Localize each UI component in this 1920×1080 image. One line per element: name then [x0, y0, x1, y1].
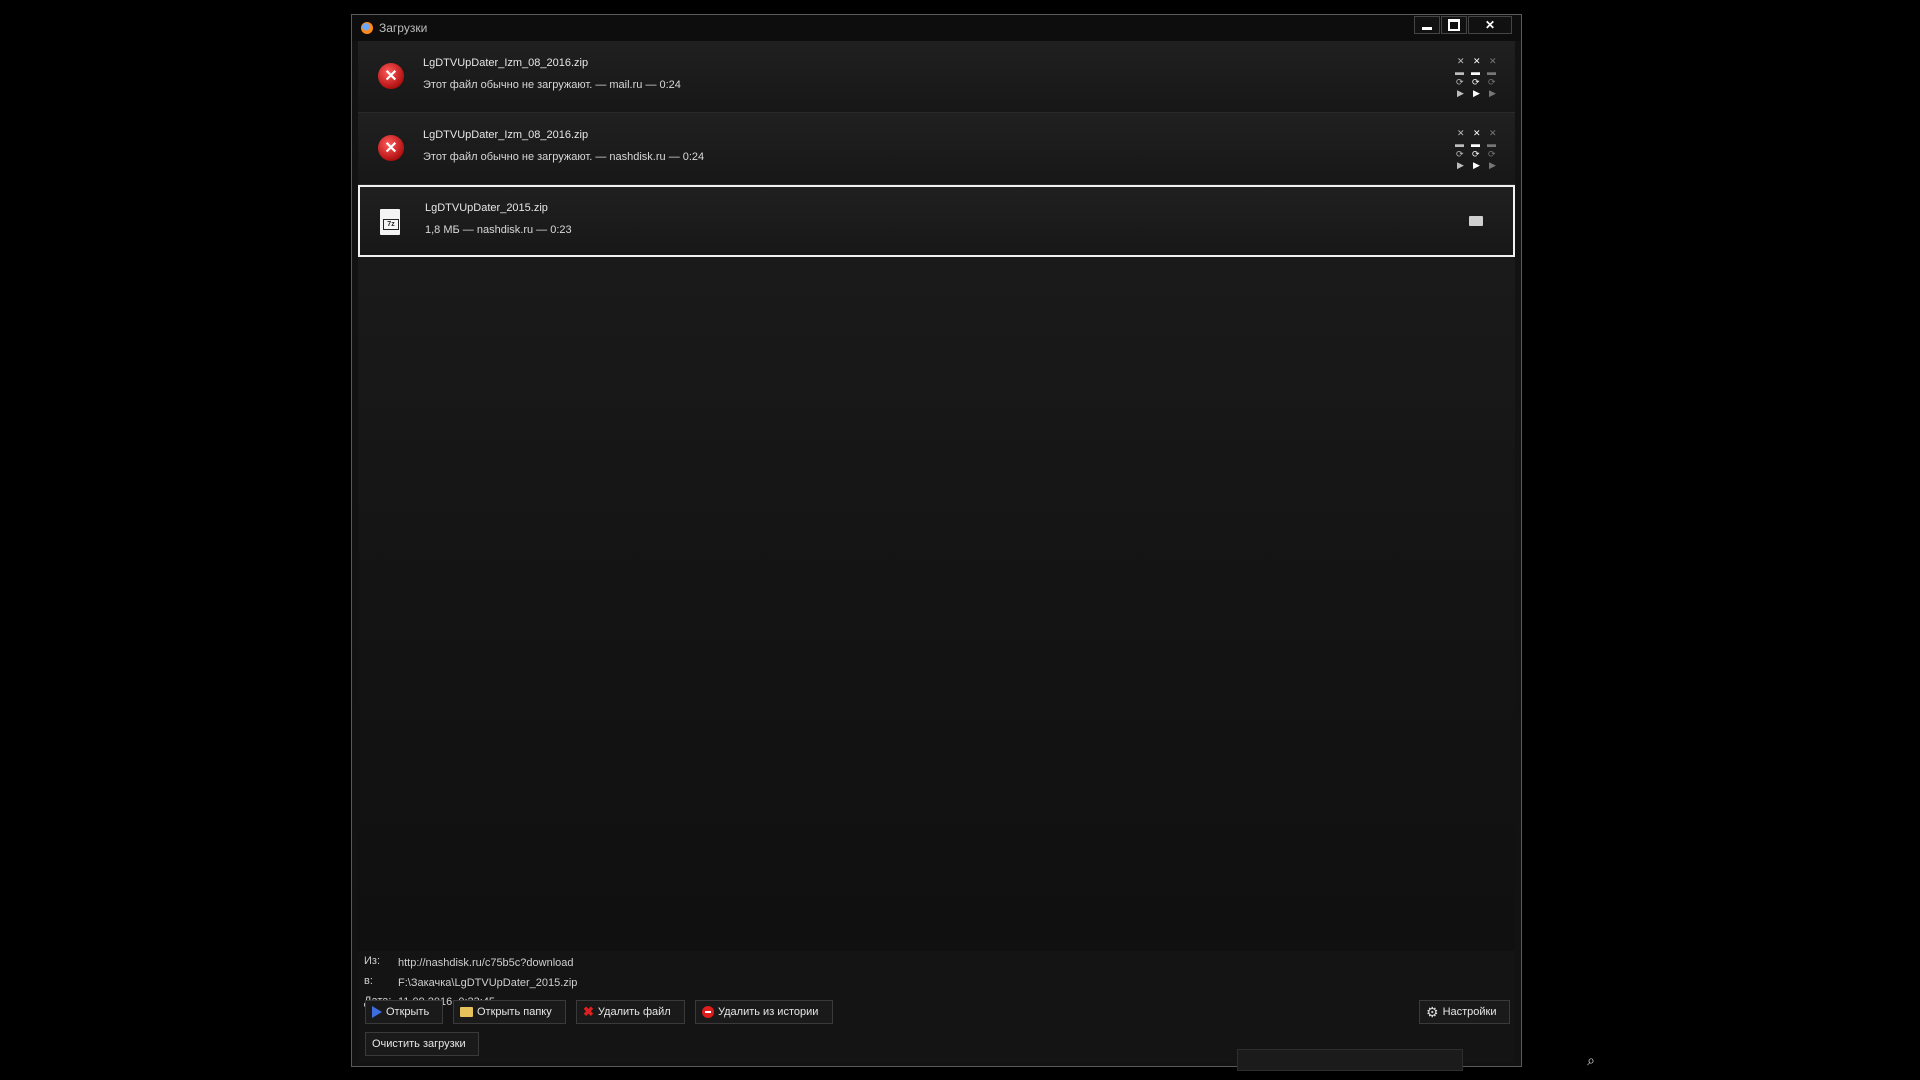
cancel-icon[interactable]: ✕	[1473, 129, 1481, 138]
maximize-button[interactable]	[1441, 16, 1467, 34]
cancel-icon[interactable]: ✕	[1457, 129, 1465, 138]
open-folder-button[interactable]: Открыть папку	[453, 1000, 566, 1024]
settings-label: Настройки	[1442, 1006, 1497, 1018]
folder-icon[interactable]: ▬	[1471, 140, 1480, 149]
zip-file-icon: 7z	[380, 209, 400, 235]
search-icon[interactable]: ⌕	[1581, 1051, 1601, 1069]
retry-icon[interactable]: ⟳	[1472, 78, 1480, 87]
close-icon: ✕	[1484, 18, 1496, 32]
folder-icon[interactable]: ▬	[1487, 140, 1496, 149]
clear-downloads-label: Очистить загрузки	[372, 1038, 466, 1050]
play-icon	[372, 1006, 382, 1018]
download-name: LgDTVUpDater_2015.zip	[425, 202, 548, 214]
cancel-icon[interactable]: ✕	[1457, 57, 1465, 66]
download-status: Этот файл обычно не загружают. — mail.ru…	[423, 79, 681, 91]
minimize-icon	[1422, 26, 1432, 30]
delete-file-label: Удалить файл	[597, 1006, 671, 1018]
download-status: Этот файл обычно не загружают. — nashdis…	[423, 151, 705, 163]
minimize-button[interactable]	[1414, 16, 1440, 34]
play-icon[interactable]: ▶	[1489, 161, 1496, 170]
folder-icon[interactable]: ▬	[1455, 140, 1464, 149]
play-icon[interactable]: ▶	[1473, 89, 1480, 98]
settings-button[interactable]: ⚙ Настройки	[1419, 1000, 1510, 1024]
title-bar[interactable]: Загрузки ✕	[352, 15, 1521, 41]
search-input[interactable]	[1237, 1049, 1463, 1071]
download-item-selected[interactable]: 7z LgDTVUpDater_2015.zip 1,8 МБ — nashdi…	[358, 185, 1515, 257]
download-status: 1,8 МБ — nashdisk.ru — 0:23	[425, 224, 572, 236]
folder-icon[interactable]: ▬	[1471, 68, 1480, 77]
open-label: Открыть	[386, 1006, 430, 1018]
delete-icon: ✖	[583, 1004, 594, 1019]
error-icon: ✕	[378, 135, 404, 161]
to-value: F:\Закачка\LgDTVUpDater_2015.zip	[398, 977, 578, 989]
play-icon[interactable]: ▶	[1473, 161, 1480, 170]
gear-icon: ⚙	[1426, 1003, 1439, 1020]
close-button[interactable]: ✕	[1468, 16, 1512, 34]
from-label: Из:	[364, 955, 381, 967]
cancel-icon[interactable]: ✕	[1473, 57, 1481, 66]
remove-from-history-button[interactable]: Удалить из истории	[695, 1000, 833, 1024]
play-icon[interactable]: ▶	[1489, 89, 1496, 98]
download-item[interactable]: ✕ LgDTVUpDater_Izm_08_2016.zip Этот файл…	[358, 113, 1515, 185]
folder-icon[interactable]: ▬	[1455, 68, 1464, 77]
downloads-list[interactable]: ✕ LgDTVUpDater_Izm_08_2016.zip Этот файл…	[358, 41, 1515, 951]
firefox-icon	[361, 22, 373, 34]
open-folder-icon[interactable]	[1469, 216, 1483, 226]
cancel-icon[interactable]: ✕	[1489, 57, 1497, 66]
download-actions[interactable]: ✕ ✕ ✕ ▬ ▬ ▬ ⟳ ⟳ ⟳ ▶ ▶ ▶	[1455, 57, 1503, 99]
play-icon[interactable]: ▶	[1457, 89, 1464, 98]
download-item[interactable]: ✕ LgDTVUpDater_Izm_08_2016.zip Этот файл…	[358, 41, 1515, 113]
open-button[interactable]: Открыть	[365, 1000, 443, 1024]
to-label: в:	[364, 975, 373, 987]
from-value: http://nashdisk.ru/c75b5c?download	[398, 957, 574, 969]
folder-icon	[460, 1007, 473, 1017]
open-folder-label: Открыть папку	[477, 1006, 552, 1018]
retry-icon[interactable]: ⟳	[1456, 150, 1464, 159]
downloads-window: Загрузки ✕ ✕ LgDTVUpDater_Izm_08_2016.zi…	[351, 14, 1595, 1071]
maximize-icon	[1448, 19, 1460, 31]
delete-file-button[interactable]: ✖ Удалить файл	[576, 1000, 685, 1024]
download-name: LgDTVUpDater_Izm_08_2016.zip	[423, 57, 589, 69]
cancel-icon[interactable]: ✕	[1489, 129, 1497, 138]
remove-history-label: Удалить из истории	[718, 1006, 819, 1018]
clear-downloads-button[interactable]: Очистить загрузки	[365, 1032, 479, 1056]
play-icon[interactable]: ▶	[1457, 161, 1464, 170]
retry-icon[interactable]: ⟳	[1488, 78, 1496, 87]
download-name: LgDTVUpDater_Izm_08_2016.zip	[423, 129, 589, 141]
retry-icon[interactable]: ⟳	[1456, 78, 1464, 87]
retry-icon[interactable]: ⟳	[1488, 150, 1496, 159]
remove-icon	[702, 1006, 714, 1018]
download-actions[interactable]: ✕ ✕ ✕ ▬ ▬ ▬ ⟳ ⟳ ⟳ ▶ ▶ ▶	[1455, 129, 1503, 171]
window-title: Загрузки	[379, 21, 428, 35]
error-icon: ✕	[378, 63, 404, 89]
folder-icon[interactable]: ▬	[1487, 68, 1496, 77]
retry-icon[interactable]: ⟳	[1472, 150, 1480, 159]
